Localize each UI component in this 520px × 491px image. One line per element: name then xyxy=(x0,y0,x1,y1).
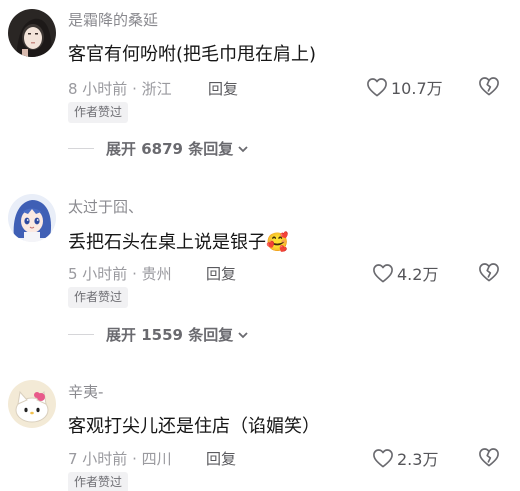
broken-heart-icon xyxy=(479,263,499,282)
author-liked-badge: 作者赞过 xyxy=(68,287,129,308)
expand-replies-button[interactable]: 展开 6879 条回复 xyxy=(68,138,249,159)
reply-button[interactable]: 回复 xyxy=(208,78,238,99)
heart-icon xyxy=(373,264,393,283)
username[interactable]: 太过于囧、 xyxy=(68,196,143,217)
avatar[interactable] xyxy=(8,9,56,57)
like-count: 2.3万 xyxy=(397,450,439,469)
expand-divider xyxy=(68,334,94,335)
comment-meta: 8 小时前 · 浙江 xyxy=(68,80,172,98)
comment-list: 是霜降的桑延 客官有何吩咐(把毛巾甩在肩上) 8 小时前 · 浙江 回复 10.… xyxy=(0,0,520,491)
expand-replies-label: 展开 1559 条回复 xyxy=(106,326,234,344)
comment-meta: 7 小时前 · 四川 xyxy=(68,450,172,468)
expand-replies-label: 展开 6879 条回复 xyxy=(106,140,234,158)
comment-item: 辛夷- 客观打尖儿还是住店（谄媚笑） 7 小时前 · 四川 回复 2.3万 作者… xyxy=(0,376,520,491)
author-liked-badge: 作者赞过 xyxy=(68,472,129,491)
dislike-button[interactable] xyxy=(478,262,500,286)
chevron-down-icon xyxy=(238,331,248,338)
comment-text: 丢把石头在桌上说是银子🥰 xyxy=(68,232,289,253)
comment-meta: 5 小时前 · 贵州 xyxy=(68,265,172,283)
comment-item: 是霜降的桑延 客官有何吩咐(把毛巾甩在肩上) 8 小时前 · 浙江 回复 10.… xyxy=(0,0,520,170)
heart-icon xyxy=(373,449,393,468)
broken-heart-icon xyxy=(479,448,499,467)
dislike-button[interactable] xyxy=(478,76,500,100)
avatar-girl-dark-hair-icon xyxy=(8,9,56,57)
expand-divider xyxy=(68,148,94,149)
username[interactable]: 是霜降的桑延 xyxy=(68,9,158,30)
like-button[interactable]: 2.3万 xyxy=(372,446,438,470)
like-button[interactable]: 10.7万 xyxy=(366,75,443,99)
avatar[interactable] xyxy=(8,194,56,242)
chevron-down-icon xyxy=(238,145,248,152)
avatar-anime-blue-hair-icon xyxy=(8,194,56,242)
like-count: 4.2万 xyxy=(397,265,439,284)
reply-button[interactable]: 回复 xyxy=(206,448,236,469)
dislike-button[interactable] xyxy=(478,447,500,471)
broken-heart-icon xyxy=(479,77,499,96)
avatar-hello-kitty-icon xyxy=(8,380,56,428)
comment-text: 客官有何吩咐(把毛巾甩在肩上) xyxy=(68,44,317,65)
like-count: 10.7万 xyxy=(391,79,443,98)
author-liked-badge: 作者赞过 xyxy=(68,102,129,123)
heart-icon xyxy=(367,78,387,97)
avatar[interactable] xyxy=(8,380,56,428)
comment-item: 太过于囧、 丢把石头在桌上说是银子🥰 5 小时前 · 贵州 回复 4.2万 作者… xyxy=(0,190,520,360)
reply-button[interactable]: 回复 xyxy=(206,263,236,284)
like-button[interactable]: 4.2万 xyxy=(372,261,438,285)
expand-replies-button[interactable]: 展开 1559 条回复 xyxy=(68,324,249,345)
username[interactable]: 辛夷- xyxy=(68,381,103,402)
comment-text: 客观打尖儿还是住店（谄媚笑） xyxy=(68,416,320,437)
